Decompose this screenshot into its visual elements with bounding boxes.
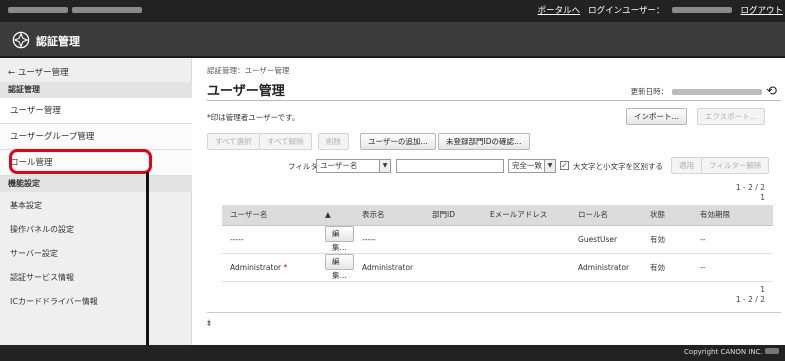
cell-user-name: ----- [222, 225, 317, 254]
cell-status: 有効 [642, 253, 692, 282]
case-sensitive-checkbox[interactable]: ✓ [560, 161, 569, 170]
cell-dept-id [424, 253, 482, 282]
cell-expiry: -- [692, 225, 773, 254]
select-all-button[interactable]: すべて選択 [207, 133, 260, 150]
cell-role: GuestUser [570, 225, 642, 254]
updated-label: 更新日時： [630, 87, 669, 96]
app-title: 認証管理 [36, 35, 80, 48]
cell-expiry: -- [692, 253, 773, 282]
cell-role: Administrator [570, 253, 642, 282]
apply-filter-button[interactable]: 適用 [671, 157, 702, 174]
cell-dept-id [424, 225, 482, 254]
highlight-box-role-management [9, 149, 152, 174]
clear-filter-button[interactable]: フィルター解除 [701, 157, 770, 174]
app-title-bar: 認証管理 [0, 22, 785, 58]
sidebar-section-function-settings: 機能設定 [0, 176, 192, 192]
filter-field-select[interactable]: ユーザー名 ▼ [316, 159, 391, 173]
table-row: Administrator * 編集… Administrator Admini… [222, 253, 773, 282]
filter-field-value: ユーザー名 [320, 161, 358, 170]
pager-top: 1 - 2 / 2 1 [736, 183, 765, 203]
breadcrumb: 認証管理：ユーザー管理 [207, 66, 290, 75]
column-dept-id[interactable]: 部門ID [424, 205, 482, 226]
copyright-year-redacted [765, 348, 779, 354]
refresh-icon[interactable]: ⟲ [766, 84, 777, 99]
cell-display-name: Administrator [354, 253, 424, 282]
cell-email [482, 253, 570, 282]
updated-timestamp: 更新日時： ⟲ [631, 84, 777, 99]
admin-asterisk: * [283, 262, 288, 272]
column-role-name[interactable]: ロール名 [570, 205, 642, 226]
user-table: ユーザー名 ▲ 表示名 部門ID Eメールアドレス ロール名 状態 有効期限 -… [222, 205, 773, 282]
portal-link[interactable]: ポータルへ [538, 4, 581, 16]
filter-text-input[interactable] [396, 159, 504, 173]
chevron-down-icon: ▼ [544, 160, 555, 172]
table-header-row: ユーザー名 ▲ 表示名 部門ID Eメールアドレス ロール名 状態 有効期限 [222, 205, 773, 226]
main-content: 認証管理：ユーザー管理 ユーザー管理 更新日時： ⟲ *印は管理者ユーザーです。… [193, 58, 785, 345]
sidebar-item-auth-service-info[interactable]: 認証サービス情報 [0, 266, 192, 290]
sidebar-item-control-panel-settings[interactable]: 操作パネルの設定 [0, 218, 192, 242]
sort-asc-icon[interactable]: ▲ [317, 205, 354, 226]
sidebar-section-auth-management: 認証管理 [0, 82, 192, 98]
edit-button[interactable]: 編集… [325, 226, 354, 252]
chevron-down-icon: ▼ [379, 160, 390, 172]
cell-user-name: Administrator * [222, 253, 317, 282]
host-info-redacted [8, 5, 158, 15]
pager-top-page[interactable]: 1 [736, 193, 765, 203]
pager-bottom: 1 1 - 2 / 2 [736, 285, 765, 305]
sidebar-item-user-management[interactable]: ユーザー管理 [0, 98, 192, 124]
cell-edit: 編集… [317, 253, 354, 282]
column-expiry[interactable]: 有効期限 [692, 205, 773, 226]
column-email[interactable]: Eメールアドレス [482, 205, 570, 226]
sidebar-item-server-settings[interactable]: サーバー設定 [0, 242, 192, 266]
case-sensitive-label: 大文字と小文字を区別する [573, 162, 663, 171]
pager-bottom-range: 1 - 2 / 2 [735, 295, 765, 304]
sidebar-item-basic-settings[interactable]: 基本設定 [0, 194, 192, 218]
title-divider [207, 100, 781, 101]
filter-match-select[interactable]: 完全一致 ▼ [508, 159, 556, 173]
bottom-divider [207, 312, 781, 313]
sidebar-item-user-group-management[interactable]: ユーザーグループ管理 [0, 124, 192, 150]
top-bar: ポータルへ ログインユーザー： ログアウト [0, 0, 785, 22]
table-row: ----- 編集… ----- GuestUser 有効 -- [222, 225, 773, 254]
cell-email [482, 225, 570, 254]
column-display-name[interactable]: 表示名 [354, 205, 424, 226]
gear-wheel-logo-icon [12, 31, 30, 49]
check-unregistered-dept-button[interactable]: 未登録部門IDの確認… [438, 133, 530, 150]
to-top-arrow-icon[interactable]: ⯒ [207, 316, 211, 332]
login-user-label: ログインユーザー： [588, 6, 665, 16]
login-user-redacted [672, 7, 733, 13]
logout-link[interactable]: ログアウト [740, 4, 783, 16]
filter-row: フィルター： ユーザー名 ▼ 完全一致 ▼ ✓ 大文字と小文字を区別する 適用 … [193, 157, 785, 174]
import-button[interactable]: インポート… [626, 108, 687, 125]
sidebar: ← ユーザー管理 認証管理 ユーザー管理 ユーザーグループ管理 ロール管理 機能… [0, 58, 192, 345]
export-button[interactable]: エクスポート… [697, 108, 766, 125]
deselect-all-button[interactable]: すべて解除 [259, 133, 312, 150]
sidebar-back-link[interactable]: ← ユーザー管理 [8, 66, 69, 78]
copyright-text: Copyright CANON INC. [684, 348, 779, 356]
pager-bottom-page[interactable]: 1 [736, 285, 765, 295]
user-name-text: Administrator [230, 262, 282, 272]
pager-top-range: 1 - 2 / 2 [735, 183, 765, 192]
footer-bar: Copyright CANON INC. [0, 345, 785, 361]
copyright-label: Copyright CANON INC. [684, 348, 763, 356]
page-title: ユーザー管理 [207, 84, 285, 99]
cell-edit: 編集… [317, 225, 354, 254]
column-status[interactable]: 状態 [642, 205, 692, 226]
cell-status: 有効 [642, 225, 692, 254]
cell-display-name: ----- [354, 225, 424, 254]
updated-value-redacted [672, 88, 763, 95]
edit-button[interactable]: 編集… [325, 254, 354, 280]
delete-button[interactable]: 削除 [318, 133, 349, 150]
add-user-button[interactable]: ユーザーの追加… [360, 133, 436, 150]
sidebar-item-ic-card-driver-info[interactable]: ICカードドライバー情報 [0, 290, 192, 314]
admin-note: *印は管理者ユーザーです。 [207, 113, 300, 122]
filter-match-value: 完全一致 [512, 161, 542, 170]
callout-line [146, 172, 149, 361]
column-user-name[interactable]: ユーザー名 [222, 205, 317, 226]
